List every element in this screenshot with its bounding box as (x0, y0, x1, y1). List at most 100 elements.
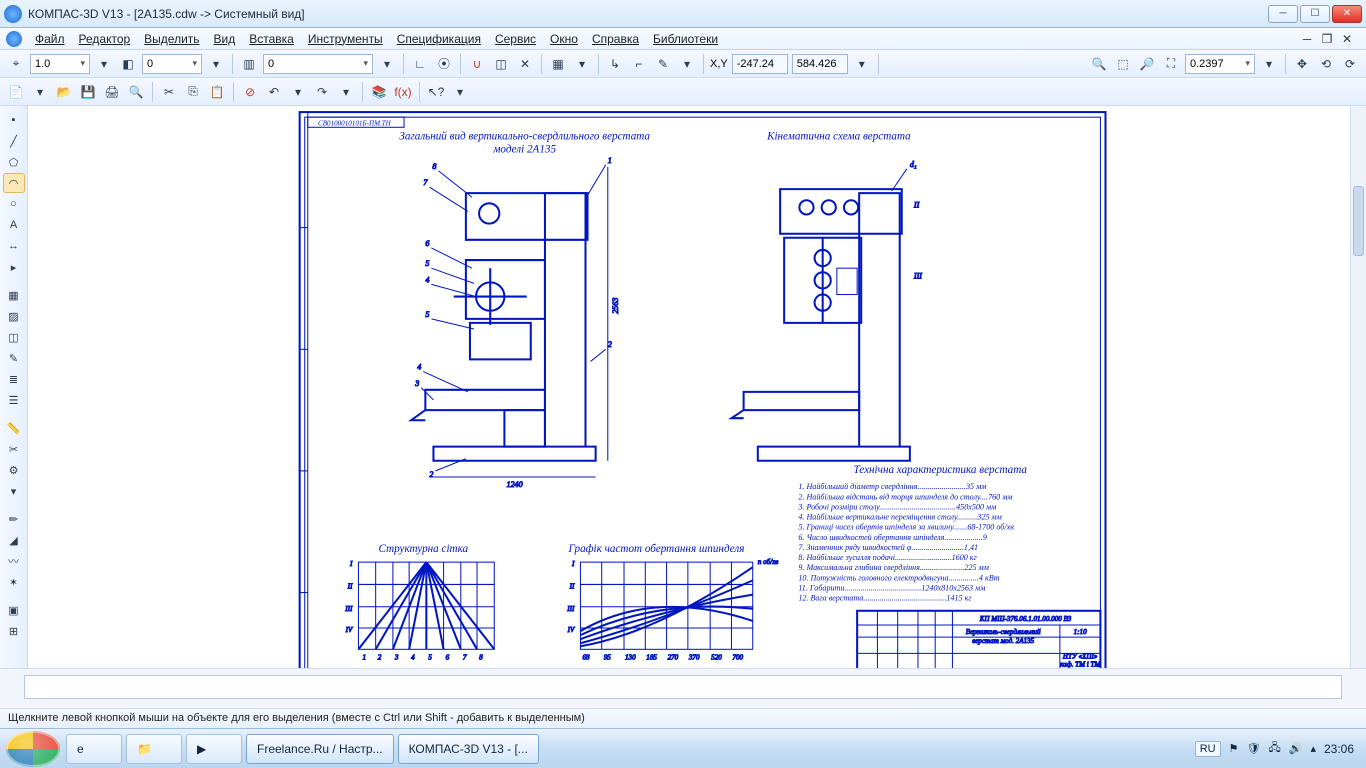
zoom-window-icon[interactable]: ⬚ (1112, 53, 1134, 75)
task-wmp[interactable]: ▶ (186, 734, 242, 764)
grid-drop-icon[interactable]: ▾ (571, 53, 593, 75)
menu-select[interactable]: Выделить (137, 30, 206, 48)
tool-measure-icon[interactable]: 📏 (3, 418, 25, 438)
tool-hatch-icon[interactable]: ▨ (3, 306, 25, 326)
tray-flag-icon[interactable]: ⚑ (1229, 742, 1239, 755)
undo-icon[interactable]: ↶ (263, 81, 285, 103)
save-icon[interactable]: 💾 (77, 81, 99, 103)
new-icon[interactable]: 📄 (5, 81, 27, 103)
pan-icon[interactable]: ✥ (1291, 53, 1313, 75)
tool-sketch-icon[interactable]: ✏ (3, 509, 25, 529)
zoom-combo[interactable]: 0.2397 (1185, 54, 1255, 74)
tray-shield-icon[interactable]: 🛡 (1247, 742, 1261, 755)
geom-circle-icon[interactable]: ○ (3, 194, 25, 214)
task-explorer[interactable]: 📁 (126, 734, 182, 764)
variables-icon[interactable]: f(x) (392, 81, 414, 103)
menu-view[interactable]: Вид (207, 30, 243, 48)
menu-window[interactable]: Окно (543, 30, 585, 48)
redo-icon[interactable]: ↷ (311, 81, 333, 103)
tool-draw1-icon[interactable]: ◢ (3, 530, 25, 550)
line-style-drop-icon[interactable]: ▾ (205, 53, 227, 75)
coord-lock-icon[interactable]: ▾ (851, 53, 873, 75)
undo-drop-icon[interactable]: ▾ (287, 81, 309, 103)
zoom-out-icon[interactable]: 🔎 (1136, 53, 1158, 75)
geom-text-icon[interactable]: A (3, 215, 25, 235)
new-drop-icon[interactable]: ▾ (29, 81, 51, 103)
layers-icon[interactable]: ▥ (238, 53, 260, 75)
tool-report-icon[interactable]: ☰ (3, 390, 25, 410)
zoom-fit-icon[interactable]: ⛶ (1160, 53, 1182, 75)
menu-insert[interactable]: Вставка (242, 30, 301, 48)
cancel-icon[interactable]: ⊘ (239, 81, 261, 103)
param-drop-icon[interactable]: ▾ (676, 53, 698, 75)
menu-edit[interactable]: Редактор (72, 30, 138, 48)
snap-cursor-icon[interactable]: ⌖ (5, 53, 27, 75)
preview-icon[interactable]: 🔍 (125, 81, 147, 103)
scrollbar-vertical[interactable] (1350, 106, 1366, 712)
grid-icon[interactable]: ▦ (547, 53, 569, 75)
menu-tools[interactable]: Инструменты (301, 30, 390, 48)
tool-tree-icon[interactable]: ⊞ (3, 621, 25, 641)
menu-service[interactable]: Сервис (488, 30, 543, 48)
maximize-button[interactable]: ☐ (1300, 5, 1330, 23)
step-dropdown-icon[interactable]: ▾ (93, 53, 115, 75)
task-ie[interactable]: e (66, 734, 122, 764)
task-freelance[interactable]: Freelance.Ru / Настр... (246, 734, 394, 764)
tray-chevron-icon[interactable]: ▴ (1310, 742, 1316, 755)
help-arrow-icon[interactable]: ↖? (425, 81, 447, 103)
menu-spec[interactable]: Спецификация (390, 30, 488, 48)
property-input[interactable] (24, 675, 1342, 699)
tray-network-icon[interactable]: 🖧 (1268, 739, 1280, 758)
print-icon[interactable]: 🖨 (101, 81, 123, 103)
zoom-in-icon[interactable]: 🔍 (1088, 53, 1110, 75)
tool-trim-icon[interactable]: ✂ (3, 439, 25, 459)
magnet-icon[interactable]: ∪ (466, 53, 488, 75)
tool-edit-icon[interactable]: ✎ (3, 348, 25, 368)
geom-dim-icon[interactable]: ↔ (3, 236, 25, 256)
help-drop-icon[interactable]: ▾ (449, 81, 471, 103)
layer-combo[interactable]: 0 (263, 54, 373, 74)
lib-icon[interactable]: 📚 (368, 81, 390, 103)
copy-icon[interactable]: ⎘ (182, 81, 204, 103)
tool-constraints-icon[interactable]: ⚙ (3, 460, 25, 480)
geom-arc-icon[interactable]: ◠ (3, 173, 25, 193)
coord-x[interactable]: -247.24 (732, 54, 788, 74)
start-button[interactable] (6, 731, 60, 767)
geom-poly-icon[interactable]: ⬠ (3, 152, 25, 172)
lcs-toggle-icon[interactable]: ⌐ (628, 53, 650, 75)
cut-icon[interactable]: ✂ (158, 81, 180, 103)
zoom-drop-icon[interactable]: ▾ (1258, 53, 1280, 75)
coord-y[interactable]: 584.426 (792, 54, 848, 74)
redo-drop-icon[interactable]: ▾ (335, 81, 357, 103)
paste-icon[interactable]: 📋 (206, 81, 228, 103)
mdi-close[interactable]: ✕ (1340, 32, 1354, 46)
drawing-canvas[interactable]: СВ0100010101Б-ПМ.ТН Загальний вид вертик… (28, 106, 1366, 728)
refresh-icon[interactable]: ⟳ (1339, 53, 1361, 75)
lang-indicator[interactable]: RU (1195, 741, 1221, 757)
tool-snap-icon[interactable]: ◫ (3, 327, 25, 347)
ortho-icon[interactable]: ∟ (409, 53, 431, 75)
current-step-combo[interactable]: 1.0 (30, 54, 90, 74)
tool-more-icon[interactable]: ▾ (3, 481, 25, 501)
tool-macro-icon[interactable]: ▣ (3, 600, 25, 620)
mdi-minimize[interactable]: ─ (1300, 32, 1314, 46)
layer-drop-icon[interactable]: ▾ (376, 53, 398, 75)
tool-table-icon[interactable]: ▦ (3, 285, 25, 305)
tool-spec-icon[interactable]: ≣ (3, 369, 25, 389)
task-kompas[interactable]: КОМПАС-3D V13 - [... (398, 734, 539, 764)
line-style-combo[interactable]: 0 (142, 54, 202, 74)
menu-file[interactable]: Файл (28, 30, 72, 48)
menu-libraries[interactable]: Библиотеки (646, 30, 725, 48)
geom-line-icon[interactable]: ╱ (3, 131, 25, 151)
app-menu-icon[interactable] (6, 31, 22, 47)
state-icon[interactable]: ◧ (117, 53, 139, 75)
snap-midpoint-icon[interactable]: ◫ (490, 53, 512, 75)
mdi-restore[interactable]: ❐ (1320, 32, 1334, 46)
lcs-icon[interactable]: ↳ (604, 53, 626, 75)
round-icon[interactable]: ⦿ (433, 53, 455, 75)
open-icon[interactable]: 📂 (53, 81, 75, 103)
menu-help[interactable]: Справка (585, 30, 646, 48)
snap-intersect-icon[interactable]: ✕ (514, 53, 536, 75)
geom-point-icon[interactable]: ▪ (3, 110, 25, 130)
tool-draw2-icon[interactable]: 〰 (3, 551, 25, 571)
